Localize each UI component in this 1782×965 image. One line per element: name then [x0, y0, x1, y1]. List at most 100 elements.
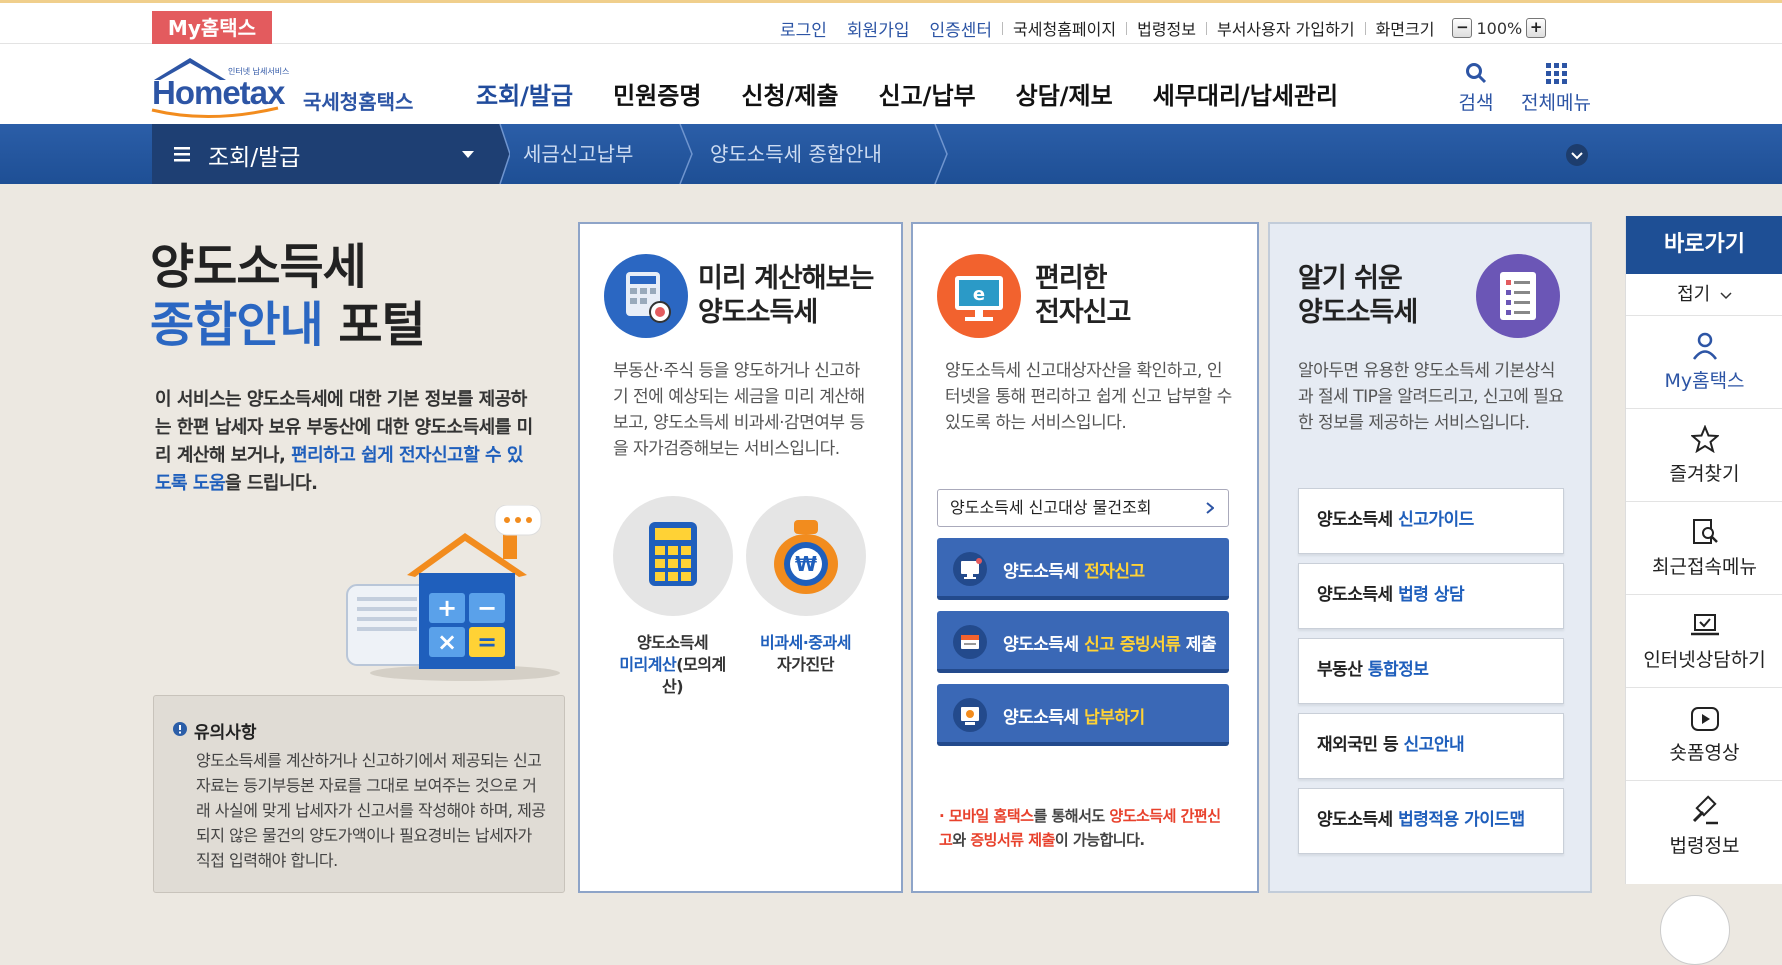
all-menu-label: 전체메뉴 [1521, 92, 1591, 114]
quick-recent-menu[interactable]: 최근접속메뉴 [1626, 502, 1782, 595]
card2-title-line2: 전자신고 [1035, 297, 1131, 328]
breadcrumb-item-tax-report[interactable]: 세금신고납부 [523, 124, 633, 184]
breadcrumb-chevron [934, 124, 948, 184]
checklist-icon [1476, 254, 1560, 338]
e-filing-button[interactable]: 양도소득세 전자신고 [937, 538, 1229, 600]
notice-text: 양도소득세를 계산하거나 신고하기에서 제공되는 신고 자료는 등기부등본 자료… [196, 751, 546, 870]
logo-swoosh [151, 106, 279, 118]
alert-icon [173, 722, 187, 736]
utility-links: 로그인 회원가입 인증센터 국세청홈페이지 법령정보 부서사용자 가입하기 화면… [770, 16, 1547, 41]
self-diagnosis-option[interactable]: ₩ 비과세·중과세 자가진단 [743, 496, 868, 676]
card2-description: 양도소득세 신고대상자산을 확인하고, 인터넷을 통해 편리하고 쉽게 신고 납… [945, 361, 1232, 433]
chevron-right-icon [1206, 502, 1214, 514]
card3-title: 알기 쉬운 양도소득세 [1298, 262, 1418, 330]
fold-label: 접기 [1677, 284, 1711, 305]
quick-item-label: 인터넷상담하기 [1643, 649, 1766, 671]
card3-title-line1: 알기 쉬운 [1298, 263, 1403, 294]
login-link[interactable]: 로그인 [770, 16, 837, 41]
btn1-label-a: 양도소득세 [1003, 562, 1085, 582]
guide-item-label: 양도소득세 [1317, 810, 1399, 830]
guide-item-label: 부동산 [1317, 660, 1368, 680]
cert-center-link[interactable]: 인증센터 [919, 16, 1002, 41]
quick-law-info[interactable]: 법령정보 [1626, 781, 1782, 874]
btn2-label-highlight: 신고 증빙서류 [1084, 635, 1181, 655]
scroll-top-button[interactable] [1660, 895, 1730, 965]
guide-item-report-guide[interactable]: 양도소득세 신고가이드 [1298, 488, 1564, 554]
self-diagnosis-highlight: 비과세·중과세 [760, 633, 851, 652]
svg-text:e: e [973, 284, 985, 305]
precalc-label-line1: 양도소득세 [636, 633, 709, 652]
nts-homepage-link[interactable]: 국세청홈페이지 [1003, 16, 1126, 40]
card-precalc: 미리 계산해보는 양도소득세 부동산·주식 등을 양도하거나 신고하기 전에 예… [578, 222, 903, 893]
guide-item-highlight: 통합정보 [1367, 660, 1429, 680]
btn3-label-a: 양도소득세 [1003, 708, 1085, 728]
page-title: 양도소득세 종합안내 포털 [150, 238, 426, 354]
precalc-option[interactable]: 양도소득세 미리계산(모의계산) [610, 496, 735, 698]
user-icon [1626, 316, 1782, 360]
caret-down-icon [462, 151, 474, 158]
quick-menu: 바로가기 접기 My홈택스 즐겨찾기 최근접속메뉴 인터넷상담하기 숏폼영상 법… [1625, 216, 1782, 884]
breadcrumb-menu[interactable]: 조회/발급 [152, 124, 500, 184]
guide-item-law-consult[interactable]: 양도소득세 법령 상담 [1298, 563, 1564, 629]
law-info-link[interactable]: 법령정보 [1127, 16, 1206, 40]
e-filing-label: 양도소득세 전자신고 [1003, 557, 1145, 582]
title-line2: 종합안내 포털 [150, 296, 426, 354]
btn2-label-b: 제출 [1180, 635, 1217, 655]
top-utility-bar: My홈택스 로그인 회원가입 인증센터 국세청홈페이지 법령정보 부서사용자 가… [0, 0, 1782, 45]
pay-tax-button[interactable]: 양도소득세 납부하기 [937, 684, 1229, 746]
quick-menu-title: 바로가기 [1626, 216, 1782, 274]
quick-menu-fold-button[interactable]: 접기 [1626, 274, 1782, 316]
dept-user-signup-link[interactable]: 부서사용자 가입하기 [1207, 16, 1365, 40]
card1-title: 미리 계산해보는 양도소득세 [698, 262, 874, 330]
play-icon [1626, 688, 1782, 732]
signup-link[interactable]: 회원가입 [837, 16, 920, 41]
my-hometax-button[interactable]: My홈택스 [152, 11, 272, 45]
self-diagnosis-label: 비과세·중과세 자가진단 [743, 632, 868, 676]
chevron-down-icon [1571, 152, 1583, 160]
notice-box: 유의사항 양도소득세를 계산하거나 신고하기에서 제공되는 신고 자료는 등기부… [153, 695, 565, 893]
guide-item-real-estate-info[interactable]: 부동산 통합정보 [1298, 638, 1564, 704]
quick-short-video[interactable]: 숏폼영상 [1626, 688, 1782, 781]
submit-documents-button[interactable]: 양도소득세 신고 증빙서류 제출 [937, 611, 1229, 673]
hometax-logo[interactable]: 인터넷 납세서비스 Hometax 국세청홈택스 [150, 54, 430, 118]
all-menu-button[interactable]: 전체메뉴 [1520, 58, 1592, 115]
breadcrumb-item-transfer-tax-guide[interactable]: 양도소득세 종합안내 [710, 124, 882, 184]
calculator-screen-icon [612, 496, 733, 616]
zoom-out-button[interactable]: − [1452, 18, 1473, 38]
computer-e-icon: e [937, 254, 1021, 338]
guide-item-overseas-nationals[interactable]: 재외국민 등 신고안내 [1298, 713, 1564, 779]
guide-item-label: 양도소득세 [1317, 585, 1399, 605]
card2-title-line1: 편리한 [1035, 263, 1108, 294]
quick-item-label: 법령정보 [1669, 835, 1740, 857]
hamburger-icon [174, 147, 190, 162]
svg-text:₩: ₩ [794, 552, 816, 576]
pay-tax-label: 양도소득세 납부하기 [1003, 703, 1145, 728]
quick-online-consult[interactable]: 인터넷상담하기 [1626, 595, 1782, 688]
zoom-control: − 100% + [1452, 18, 1547, 38]
search-button[interactable]: 검색 [1441, 58, 1511, 115]
quick-my-hometax[interactable]: My홈택스 [1626, 316, 1782, 409]
note-text-f: 이 가능합니다. [1054, 831, 1145, 849]
document-search-icon [1626, 502, 1782, 546]
quick-item-label: 최근접속메뉴 [1652, 556, 1757, 578]
guide-item-law-guide-map[interactable]: 양도소득세 법령적용 가이드맵 [1298, 788, 1564, 854]
quick-item-label: My홈택스 [1664, 370, 1745, 392]
calculator-icon [604, 254, 688, 338]
document-icon [953, 625, 987, 659]
payment-screen-icon [953, 698, 987, 732]
svg-text:=: = [477, 628, 497, 656]
card1-title-line2: 양도소득세 [698, 297, 818, 328]
quick-item-label: 즐겨찾기 [1669, 463, 1740, 485]
lookup-label: 양도소득세 신고대상 물건조회 [950, 498, 1152, 517]
card-easy-guide: 알기 쉬운 양도소득세 알아두면 유용한 양도소득세 기본상식과 절세 TIP을… [1268, 222, 1592, 893]
guide-item-label: 재외국민 등 [1317, 735, 1404, 755]
zoom-in-button[interactable]: + [1526, 18, 1547, 38]
note-bullet: · [939, 807, 949, 825]
submit-documents-label: 양도소득세 신고 증빙서류 제출 [1003, 630, 1217, 655]
lookup-assets-link[interactable]: 양도소득세 신고대상 물건조회 [937, 489, 1229, 527]
title-highlight: 종합안내 [150, 297, 324, 353]
search-label: 검색 [1458, 92, 1494, 114]
quick-favorites[interactable]: 즐겨찾기 [1626, 409, 1782, 502]
breadcrumb-expand-button[interactable] [1566, 144, 1588, 166]
screen-size-label: 화면크기 [1375, 20, 1435, 39]
